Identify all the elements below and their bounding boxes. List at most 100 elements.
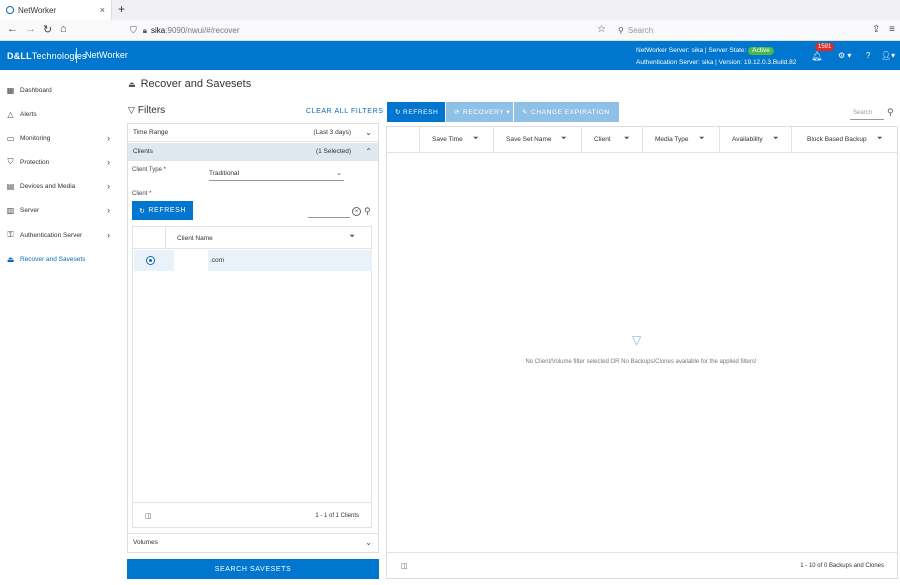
sidebar-item-protection[interactable]: ⛉ Protection › (0, 154, 118, 170)
forward-icon[interactable]: → (25, 23, 36, 35)
sidebar-item-server[interactable]: ▥ Server › (0, 202, 118, 218)
back-icon[interactable]: ← (7, 23, 18, 35)
table-row[interactable]: .com (134, 250, 372, 271)
column-client[interactable]: Client ⏷ (581, 127, 642, 153)
sidebar-item-devices-and-media[interactable]: ▤ Devices and Media › (0, 178, 118, 194)
recover-icon: ⏏ (128, 79, 136, 89)
filters-heading: ▽ Filters (128, 105, 165, 116)
clear-search-icon[interactable]: × (352, 207, 361, 216)
time-range-label: Time Range (133, 129, 169, 136)
column-chooser-icon[interactable]: ◫ (145, 512, 152, 520)
results-search-input[interactable] (850, 119, 884, 120)
column-filter-icon[interactable]: ⏷ (699, 135, 705, 143)
clients-table: Client Name ⏷ .com ◫ 1 - 1 of 1 Clients (132, 226, 372, 528)
results-search-placeholder: Search (853, 110, 873, 116)
browser-tab[interactable]: NetWorker × (0, 0, 112, 20)
extensions-icon[interactable]: ⇪ (872, 24, 880, 35)
client-name-cell: .com (210, 257, 225, 264)
recovery-button[interactable]: ⟳ RECOVERY ▾ (446, 102, 513, 122)
recover-icon: ⏏ (6, 254, 15, 264)
user-menu-icon[interactable]: 👤︎▾ (881, 51, 895, 60)
column-availability[interactable]: Availability ⏷ (719, 127, 791, 153)
clients-table-footer: ◫ 1 - 1 of 1 Clients (133, 502, 371, 528)
home-icon[interactable]: ⌂ (60, 23, 67, 35)
column-filter-icon[interactable]: ⏷ (349, 233, 355, 241)
client-name-column-header[interactable]: Client Name (177, 235, 213, 242)
chevron-down-icon: ⌄ (365, 128, 372, 137)
recovery-icon: ⟳ (454, 109, 461, 116)
search-icon[interactable]: ⚲ (887, 107, 894, 118)
menu-icon[interactable]: ≡ (889, 24, 895, 35)
new-tab-button[interactable]: + (118, 2, 125, 16)
clients-label: Clients (133, 148, 153, 155)
connection-icon[interactable]: 🔒︎ (143, 26, 147, 36)
clients-selected-value: (1 Selected) (315, 148, 351, 155)
key-icon: ⚿ (7, 230, 14, 239)
browser-search-placeholder: Search (627, 26, 654, 35)
column-filter-icon[interactable]: ⏷ (473, 135, 479, 143)
clients-accordion[interactable]: Clients (1 Selected) ⌃ (128, 143, 378, 161)
results-refresh-button[interactable]: ↻ REFRESH (387, 102, 445, 122)
client-type-select[interactable]: Traditional ⌄ (209, 166, 344, 181)
sidebar-item-authentication-server[interactable]: ⚿ Authentication Server › (0, 227, 118, 243)
url-bar[interactable]: ⛉ 🔒︎ sika :9090/nwui/#/recover ☆ (130, 22, 608, 39)
column-chooser-icon[interactable]: ◫ (401, 562, 408, 570)
column-block-based-backup[interactable]: Block Based Backup ⏷ (791, 127, 897, 153)
column-filter-icon[interactable]: ⏷ (773, 135, 779, 143)
column-media-type[interactable]: Media Type ⏷ (642, 127, 719, 153)
shield-icon: ⛉ (7, 157, 14, 166)
server-info: NetWorker Server: sika | Server State: A… (636, 45, 796, 69)
clear-all-filters-link[interactable]: CLEAR ALL FILTERS (306, 108, 384, 115)
tracking-shield-icon[interactable]: ⛉ (130, 25, 137, 36)
client-filter-input[interactable] (308, 206, 350, 218)
auth-server-line: Authentication Server: sika | Version: 1… (636, 59, 797, 66)
server-icon: ▥ (6, 205, 15, 215)
reload-icon[interactable]: ↻ (43, 23, 52, 36)
bell-icon: △ (7, 109, 14, 119)
column-filter-icon[interactable]: ⏷ (877, 135, 883, 143)
column-filter-icon[interactable]: ⏷ (561, 135, 567, 143)
sidebar-item-dashboard[interactable]: ▦ Dashboard (0, 82, 118, 98)
clients-refresh-button[interactable]: ↻ REFRESH (132, 201, 193, 220)
results-table-footer: ◫ 1 - 10 of 0 Backups and Clones (387, 552, 897, 578)
bookmark-star-icon[interactable]: ☆ (597, 24, 606, 35)
sidebar-item-label: Server (20, 206, 40, 214)
column-save-time[interactable]: Save Time ⏷ (419, 127, 493, 153)
client-radio-selected[interactable] (146, 256, 155, 265)
notifications-bell-icon[interactable]: 🔔︎ (811, 51, 822, 62)
chevron-right-icon: › (107, 181, 110, 191)
pencil-icon: ✎ (522, 109, 529, 116)
product-name: NetWorker (85, 50, 128, 60)
client-label: Client * (132, 191, 152, 197)
client-type-value: Traditional (209, 170, 240, 177)
volumes-accordion[interactable]: Volumes ⌄ (128, 533, 378, 551)
tab-close-icon[interactable]: × (100, 5, 105, 15)
time-range-accordion[interactable]: Time Range (Last 3 days) ⌄ (128, 124, 378, 142)
settings-gear-icon[interactable]: ⚙ ▾ (838, 51, 851, 60)
filter-funnel-icon: ▽ (128, 105, 135, 115)
time-range-value: (Last 3 days) (313, 129, 351, 136)
empty-state-message: No Client/Volume filter selected OR No B… (525, 359, 757, 365)
sidebar-item-recover-and-savesets[interactable]: ⏏ Recover and Savesets (0, 251, 118, 267)
server-state-badge: Active (748, 47, 774, 55)
chevron-down-icon: ▾ (506, 109, 511, 116)
chevron-right-icon: › (107, 230, 110, 240)
dell-technologies-logo: D&LLTechnologies (7, 51, 87, 61)
tab-title: NetWorker (18, 5, 57, 15)
search-icon[interactable]: ⚲ (364, 206, 371, 217)
help-icon[interactable]: ? (866, 51, 870, 60)
sidebar-item-label: Recover and Savesets (20, 255, 86, 263)
chevron-up-icon: ⌃ (365, 147, 372, 156)
browser-nav-bar: ← → ↻ ⌂ ⛉ 🔒︎ sika :9090/nwui/#/recover ☆… (0, 20, 900, 41)
column-divider (165, 227, 166, 249)
column-save-set-name[interactable]: Save Set Name ⏷ (493, 127, 581, 153)
clients-count: 1 - 1 of 1 Clients (315, 513, 359, 519)
url-host: sika (151, 26, 166, 35)
search-savesets-button[interactable]: SEARCH SAVESETS (127, 559, 379, 579)
sidebar-item-label: Protection (20, 158, 50, 166)
sidebar-item-alerts[interactable]: △ Alerts (0, 106, 118, 122)
browser-search-field[interactable]: ⚲ Search (612, 22, 807, 39)
change-expiration-button[interactable]: ✎ CHANGE EXPIRATION (514, 102, 619, 122)
sidebar-item-monitoring[interactable]: ▭ Monitoring › (0, 130, 118, 146)
column-filter-icon[interactable]: ⏷ (624, 135, 630, 143)
